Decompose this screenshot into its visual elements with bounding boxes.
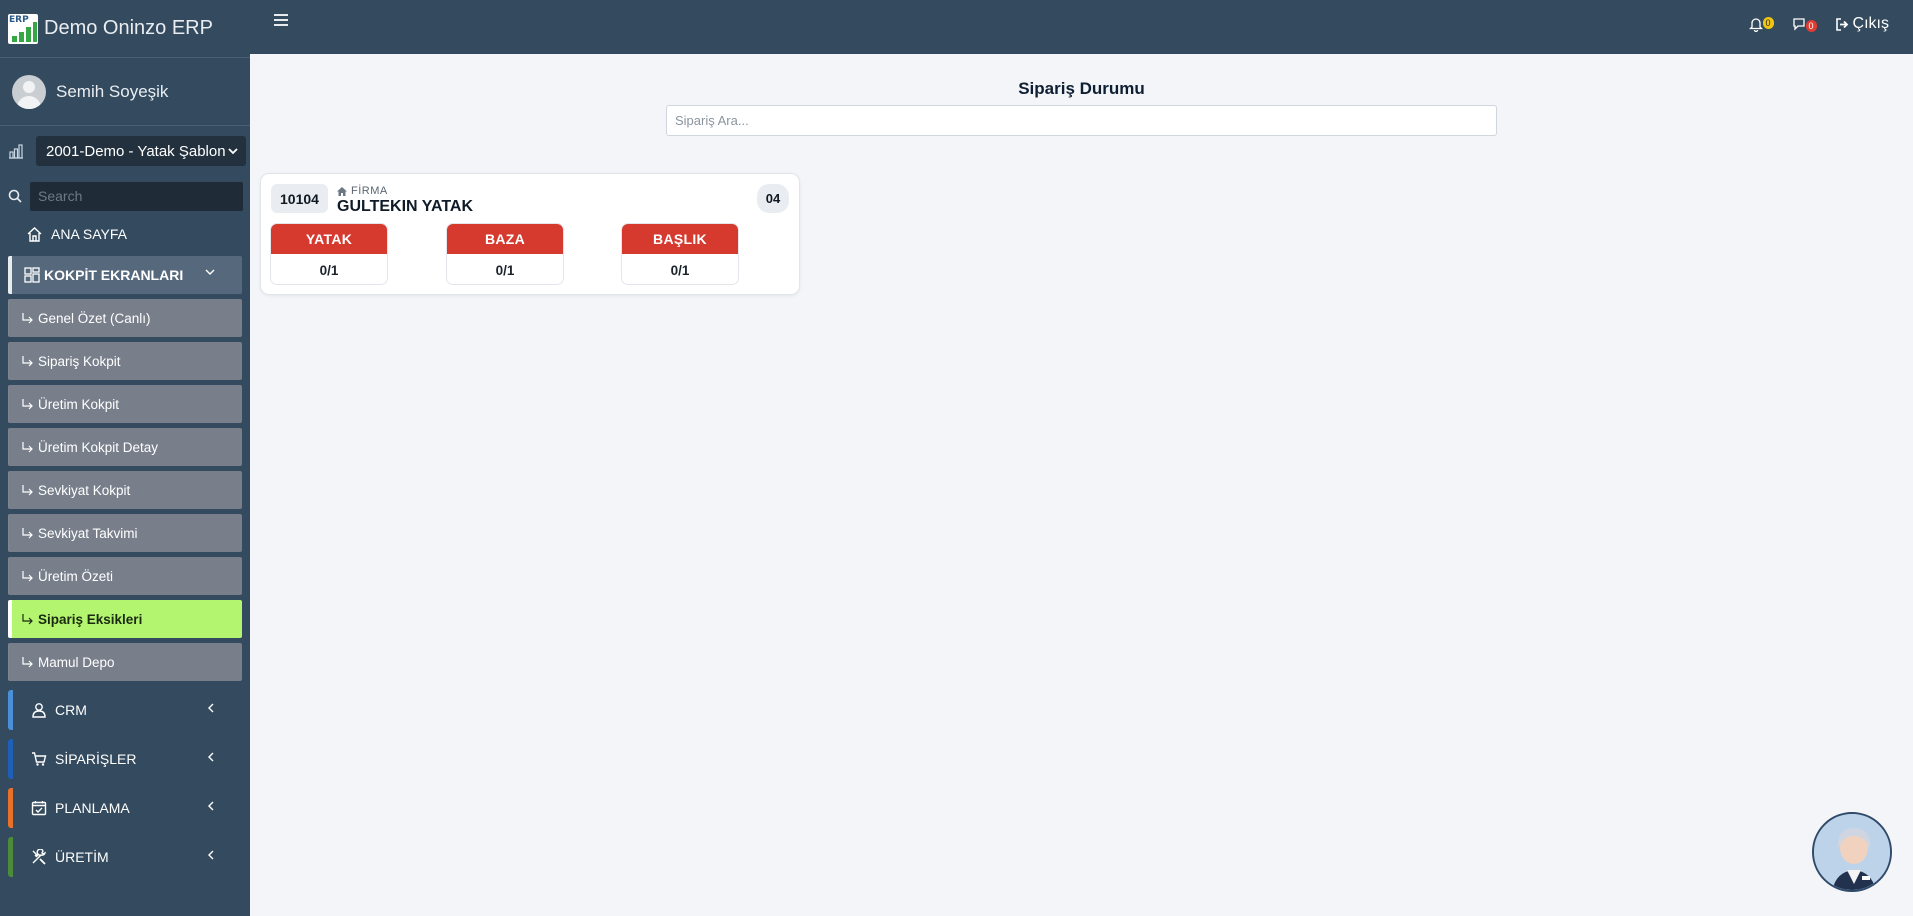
sidebar: ERP Demo Oninzo ERP Semih Soyeşik 2001-D… (0, 0, 250, 916)
sidebar-search-row: Search (0, 176, 250, 216)
page-title: Sipariş Durumu (1018, 79, 1145, 98)
order-search-input[interactable]: Sipariş Ara... (666, 105, 1497, 136)
part-name: BAZA (447, 224, 563, 254)
nav-section-kokpit[interactable]: KOKPİT EKRANLARI (8, 256, 242, 294)
nav-group-label: PLANLAMA (55, 800, 130, 816)
company-select[interactable]: 2001-Demo - Yatak Şablon (36, 136, 246, 166)
firma-label: FİRMA (337, 185, 388, 197)
logout-label: Çıkış (1852, 15, 1889, 32)
nav-sub-item[interactable]: Sevkiyat Takvimi (8, 514, 242, 552)
nav-group-item[interactable]: CRM (8, 690, 242, 730)
user-icon (32, 703, 46, 718)
nav-sub-item-label: Sipariş Eksikleri (38, 611, 143, 627)
nav-sub-item-label: Üretim Özeti (38, 568, 114, 584)
part-value: 0/1 (670, 262, 690, 278)
logout-button[interactable]: Çıkış (1835, 15, 1889, 33)
firma-name: GULTEKIN YATAK (337, 198, 474, 215)
sub-arrow-icon (22, 356, 33, 367)
order-card[interactable]: 10104 FİRMA GULTEKIN YATAK 04 YATAK 0/1 … (260, 173, 800, 295)
part-name: YATAK (271, 224, 387, 254)
dashboard-grid-icon (24, 267, 40, 283)
brand[interactable]: ERP Demo Oninzo ERP (0, 0, 250, 58)
nav-sub-item[interactable]: Mamul Depo (8, 643, 242, 681)
nav-sub-item[interactable]: Genel Özet (Canlı) (8, 299, 242, 337)
order-number: 10104 (271, 184, 328, 213)
nav-group-item[interactable]: ÜRETİM (8, 837, 242, 877)
logout-icon (1835, 17, 1848, 31)
nav-sub-item-label: Sevkiyat Takvimi (38, 525, 138, 541)
part-box[interactable]: BAZA 0/1 (446, 223, 564, 285)
home-icon (27, 227, 42, 242)
topbar: 0 0 Çıkış (250, 0, 1913, 54)
messages-badge: 0 (1805, 19, 1817, 32)
messages-button[interactable]: 0 (1792, 17, 1817, 32)
part-value: 0/1 (495, 262, 515, 278)
home-icon (337, 186, 347, 196)
chevron-left-icon (208, 752, 214, 762)
sub-arrow-icon (22, 571, 33, 582)
nav-sub-item[interactable]: Sipariş Kokpit (8, 342, 242, 380)
sidebar-search-input[interactable]: Search (30, 181, 243, 211)
chevron-down-icon (228, 148, 238, 155)
nav-group-label: ÜRETİM (55, 849, 109, 865)
chevron-down-icon (205, 269, 215, 275)
user-panel[interactable]: Semih Soyeşik (0, 58, 250, 126)
sub-arrow-icon (22, 399, 33, 410)
calendar-check-icon (31, 801, 47, 816)
nav-sub-item[interactable]: Sipariş Eksikleri (8, 600, 242, 638)
nav-item-label: ANA SAYFA (51, 226, 127, 242)
nav-sub-item[interactable]: Üretim Özeti (8, 557, 242, 595)
topbar-actions: 0 0 Çıkış (1748, 15, 1889, 33)
search-icon (8, 189, 22, 203)
menu-toggle-icon[interactable] (274, 14, 288, 29)
nav-group-item[interactable]: PLANLAMA (8, 788, 242, 828)
company-row: 2001-Demo - Yatak Şablon (0, 126, 250, 176)
nav-group-list: CRM SİPARİŞLER PLANLAMA ÜRETİM (8, 690, 242, 877)
nav-sub-item-label: Üretim Kokpit (38, 396, 120, 412)
sub-arrow-icon (22, 657, 33, 668)
nav-menu: ANA SAYFA KOKPİT EKRANLARI Genel Özet (C… (0, 216, 250, 877)
sub-arrow-icon (22, 485, 33, 496)
nav-sub-item-label: Sipariş Kokpit (38, 353, 121, 369)
part-name: BAŞLIK (622, 224, 738, 254)
nav-sub-item-label: Genel Özet (Canlı) (38, 310, 151, 326)
notifications-button[interactable]: 0 (1748, 16, 1774, 32)
assistant-avatar-button[interactable] (1812, 812, 1892, 892)
nav-sub-item[interactable]: Üretim Kokpit Detay (8, 428, 242, 466)
nav-group-label: CRM (55, 702, 87, 718)
nav-section-label: KOKPİT EKRANLARI (44, 267, 184, 283)
tools-icon (32, 849, 47, 865)
sub-arrow-icon (22, 313, 33, 324)
user-name: Semih Soyeşik (56, 81, 169, 101)
nav-sub-item[interactable]: Sevkiyat Kokpit (8, 471, 242, 509)
nav-sub-list: Genel Özet (Canlı) Sipariş Kokpit Üretim K… (8, 299, 242, 681)
erp-logo-icon: ERP (8, 13, 38, 44)
sub-arrow-icon (22, 442, 33, 453)
sub-arrow-icon (22, 614, 33, 625)
avatar (12, 74, 46, 109)
nav-sub-item-label: Üretim Kokpit Detay (38, 439, 159, 455)
part-box[interactable]: YATAK 0/1 (270, 223, 388, 285)
chevron-left-icon (208, 703, 214, 713)
chevron-left-icon (208, 801, 214, 811)
main-content: Sipariş Durumu Sipariş Ara... 10104 FİRM… (250, 54, 1913, 916)
sub-arrow-icon (22, 528, 33, 539)
nav-group-label: SİPARİŞLER (55, 751, 137, 767)
cart-icon (32, 752, 47, 766)
bell-icon (1748, 17, 1763, 32)
app-title: Demo Oninzo ERP (44, 17, 213, 39)
building-chart-icon (9, 144, 23, 159)
company-select-value: 2001-Demo - Yatak Şablon (46, 142, 226, 160)
nav-sub-item-label: Mamul Depo (38, 654, 115, 670)
nav-item-home[interactable]: ANA SAYFA (8, 216, 242, 252)
chevron-left-icon (208, 850, 214, 860)
notifications-badge: 0 (1762, 16, 1774, 29)
nav-group-item[interactable]: SİPARİŞLER (8, 739, 242, 779)
part-box[interactable]: BAŞLIK 0/1 (621, 223, 739, 285)
nav-sub-item[interactable]: Üretim Kokpit (8, 385, 242, 423)
order-count-badge: 04 (757, 184, 789, 213)
part-value: 0/1 (319, 262, 339, 278)
nav-sub-item-label: Sevkiyat Kokpit (38, 482, 131, 498)
chat-icon (1792, 17, 1805, 31)
